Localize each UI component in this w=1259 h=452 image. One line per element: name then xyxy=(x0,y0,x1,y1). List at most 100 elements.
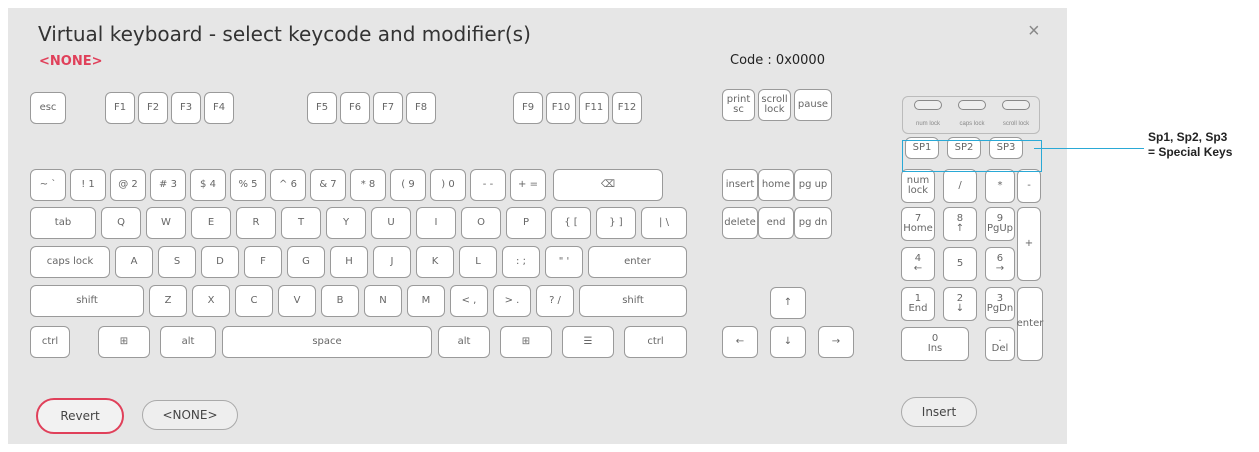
numpad-6-key[interactable]: 6 → xyxy=(985,247,1015,281)
minus-key[interactable]: - - xyxy=(470,169,506,201)
right-ctrl-key[interactable]: ctrl xyxy=(624,326,687,358)
numpad-minus-key[interactable]: - xyxy=(1017,169,1041,203)
scroll-lock-key[interactable]: scroll lock xyxy=(758,89,791,121)
f-key[interactable]: F xyxy=(244,246,282,278)
i-key[interactable]: I xyxy=(416,207,456,239)
slash-key[interactable]: ? / xyxy=(536,285,574,317)
space-key[interactable]: space xyxy=(222,326,432,358)
num-lock-key[interactable]: num lock xyxy=(901,169,935,203)
n-key[interactable]: N xyxy=(364,285,402,317)
tab-key[interactable]: tab xyxy=(30,207,96,239)
numpad-8-key[interactable]: 8 ↑ xyxy=(943,207,977,241)
v-key[interactable]: V xyxy=(278,285,316,317)
left-bracket-key[interactable]: { [ xyxy=(551,207,591,239)
numpad-multiply-key[interactable]: * xyxy=(985,169,1015,203)
h-key[interactable]: H xyxy=(330,246,368,278)
y-key[interactable]: Y xyxy=(326,207,366,239)
f6-key[interactable]: F6 xyxy=(340,92,370,124)
left-arrow-key[interactable]: ← xyxy=(722,326,758,358)
x-key[interactable]: X xyxy=(192,285,230,317)
right-shift-key[interactable]: shift xyxy=(579,285,687,317)
page-down-key[interactable]: pg dn xyxy=(794,207,832,239)
left-alt-key[interactable]: alt xyxy=(160,326,216,358)
z-key[interactable]: Z xyxy=(149,285,187,317)
s-key[interactable]: S xyxy=(158,246,196,278)
numpad-3-key[interactable]: 3 PgDn xyxy=(985,287,1015,321)
f7-key[interactable]: F7 xyxy=(373,92,403,124)
backspace-key[interactable]: ⌫ xyxy=(553,169,663,201)
t-key[interactable]: T xyxy=(281,207,321,239)
numpad-7-key[interactable]: 7 Home xyxy=(901,207,935,241)
q-key[interactable]: Q xyxy=(101,207,141,239)
menu-key[interactable]: ☰ xyxy=(562,326,614,358)
f8-key[interactable]: F8 xyxy=(406,92,436,124)
numpad-9-key[interactable]: 9 PgUp xyxy=(985,207,1015,241)
key-5[interactable]: % 5 xyxy=(230,169,266,201)
right-alt-key[interactable]: alt xyxy=(438,326,490,358)
f9-key[interactable]: F9 xyxy=(513,92,543,124)
key-8[interactable]: * 8 xyxy=(350,169,386,201)
delete-key[interactable]: delete xyxy=(722,207,758,239)
numpad-divide-key[interactable]: / xyxy=(943,169,977,203)
numpad-2-key[interactable]: 2 ↓ xyxy=(943,287,977,321)
right-bracket-key[interactable]: } ] xyxy=(596,207,636,239)
up-arrow-key[interactable]: ↑ xyxy=(770,287,806,319)
right-arrow-key[interactable]: → xyxy=(818,326,854,358)
print-screen-key[interactable]: print sc xyxy=(722,89,755,121)
period-key[interactable]: > . xyxy=(493,285,531,317)
down-arrow-key[interactable]: ↓ xyxy=(770,326,806,358)
u-key[interactable]: U xyxy=(371,207,411,239)
f5-key[interactable]: F5 xyxy=(307,92,337,124)
p-key[interactable]: P xyxy=(506,207,546,239)
numpad-5-key[interactable]: 5 xyxy=(943,247,977,281)
right-windows-key[interactable]: ⊞ xyxy=(500,326,552,358)
f3-key[interactable]: F3 xyxy=(171,92,201,124)
f10-key[interactable]: F10 xyxy=(546,92,576,124)
end-key[interactable]: end xyxy=(758,207,794,239)
numpad-4-key[interactable]: 4 ← xyxy=(901,247,935,281)
key-2[interactable]: @ 2 xyxy=(110,169,146,201)
numpad-0-key[interactable]: 0 Ins xyxy=(901,327,969,361)
f4-key[interactable]: F4 xyxy=(204,92,234,124)
semicolon-key[interactable]: : ; xyxy=(502,246,540,278)
j-key[interactable]: J xyxy=(373,246,411,278)
enter-key[interactable]: enter xyxy=(588,246,687,278)
f12-key[interactable]: F12 xyxy=(612,92,642,124)
key-1[interactable]: ! 1 xyxy=(70,169,106,201)
revert-button[interactable]: Revert xyxy=(36,398,124,434)
f2-key[interactable]: F2 xyxy=(138,92,168,124)
caps-lock-key[interactable]: caps lock xyxy=(30,246,110,278)
key-3[interactable]: # 3 xyxy=(150,169,186,201)
comma-key[interactable]: < , xyxy=(450,285,488,317)
backtick-key[interactable]: ~ ` xyxy=(30,169,66,201)
numpad-enter-key[interactable]: enter xyxy=(1017,287,1043,361)
f11-key[interactable]: F11 xyxy=(579,92,609,124)
o-key[interactable]: O xyxy=(461,207,501,239)
w-key[interactable]: W xyxy=(146,207,186,239)
b-key[interactable]: B xyxy=(321,285,359,317)
l-key[interactable]: L xyxy=(459,246,497,278)
quote-key[interactable]: " ' xyxy=(545,246,583,278)
left-ctrl-key[interactable]: ctrl xyxy=(30,326,70,358)
left-shift-key[interactable]: shift xyxy=(30,285,144,317)
numpad-plus-key[interactable]: + xyxy=(1017,207,1041,281)
backslash-key[interactable]: | \ xyxy=(641,207,687,239)
m-key[interactable]: M xyxy=(407,285,445,317)
a-key[interactable]: A xyxy=(115,246,153,278)
key-9[interactable]: ( 9 xyxy=(390,169,426,201)
numpad-1-key[interactable]: 1 End xyxy=(901,287,935,321)
insert-key[interactable]: insert xyxy=(722,169,758,201)
e-key[interactable]: E xyxy=(191,207,231,239)
pause-key[interactable]: pause xyxy=(794,89,832,121)
insert-button[interactable]: Insert xyxy=(901,397,977,427)
left-windows-key[interactable]: ⊞ xyxy=(98,326,150,358)
key-4[interactable]: $ 4 xyxy=(190,169,226,201)
c-key[interactable]: C xyxy=(235,285,273,317)
numpad-decimal-key[interactable]: . Del xyxy=(985,327,1015,361)
k-key[interactable]: K xyxy=(416,246,454,278)
key-6[interactable]: ^ 6 xyxy=(270,169,306,201)
d-key[interactable]: D xyxy=(201,246,239,278)
key-7[interactable]: & 7 xyxy=(310,169,346,201)
close-icon[interactable]: × xyxy=(1028,20,1040,43)
r-key[interactable]: R xyxy=(236,207,276,239)
